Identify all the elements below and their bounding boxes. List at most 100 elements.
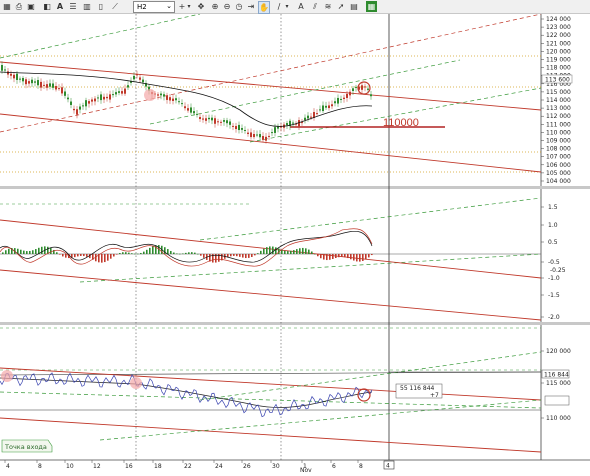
time-axis-month: Nov bbox=[300, 467, 312, 474]
histogram-bar bbox=[254, 254, 256, 256]
timeframe-select[interactable]: H2 ⌄ bbox=[133, 1, 175, 13]
histogram-bar bbox=[200, 254, 202, 256]
candles-icon[interactable]: ▯ bbox=[96, 1, 106, 12]
panel-separator[interactable] bbox=[0, 322, 590, 325]
candle-body bbox=[25, 79, 27, 85]
candle-body bbox=[157, 94, 159, 96]
price-axis-label: 118 000 bbox=[546, 65, 571, 72]
candle-body bbox=[142, 79, 144, 83]
candle-body bbox=[367, 88, 369, 90]
candle-body bbox=[223, 120, 225, 122]
oscillator-current-value: -0.25 bbox=[550, 267, 566, 274]
candle-body bbox=[235, 126, 237, 130]
histogram-bar bbox=[8, 248, 10, 254]
histogram-bar bbox=[50, 248, 52, 254]
candle-body bbox=[352, 88, 354, 91]
candle-body bbox=[286, 123, 288, 126]
histogram-bar bbox=[326, 254, 328, 261]
layout-icon[interactable]: ▦ bbox=[2, 1, 12, 12]
candle-body bbox=[253, 133, 255, 138]
oscillator-axis-label: 0.5 bbox=[548, 239, 558, 246]
fib-icon[interactable]: ≋ bbox=[323, 1, 333, 12]
candle-body bbox=[13, 74, 15, 79]
clock-icon[interactable]: ◷ bbox=[234, 1, 244, 12]
panel-separator[interactable] bbox=[0, 186, 590, 189]
bars-icon[interactable]: ▥ bbox=[82, 1, 92, 12]
price-axis-label: 105 000 bbox=[546, 170, 571, 177]
candle-body bbox=[325, 105, 327, 108]
histogram-bar bbox=[311, 251, 313, 254]
print-icon[interactable]: ⎙ bbox=[14, 1, 24, 12]
candle-body bbox=[199, 117, 201, 120]
histogram-bar bbox=[329, 254, 331, 260]
text-icon[interactable]: A bbox=[296, 1, 306, 12]
line-chart-icon[interactable]: ⟋ bbox=[110, 1, 120, 12]
time-axis-label: 4 bbox=[6, 463, 10, 470]
candle-body bbox=[175, 98, 177, 101]
candle-body bbox=[214, 118, 216, 124]
list-icon[interactable]: ☰ bbox=[68, 1, 78, 12]
histogram-bar bbox=[230, 254, 232, 257]
candle-body bbox=[160, 93, 162, 96]
candle-body bbox=[244, 129, 246, 131]
hatch-icon[interactable]: ▤ bbox=[349, 1, 359, 12]
histogram-bar bbox=[308, 249, 310, 254]
price-axis-label: 119 000 bbox=[546, 57, 571, 64]
histogram-bar bbox=[80, 254, 82, 256]
histogram-bar bbox=[167, 249, 169, 254]
arrow-icon[interactable]: ➚ bbox=[336, 1, 346, 12]
histogram-bar bbox=[191, 252, 193, 254]
histogram-bar bbox=[185, 252, 187, 254]
signal-marker bbox=[130, 377, 142, 389]
candle-body bbox=[4, 69, 6, 71]
candle-body bbox=[100, 94, 102, 101]
histogram-bar bbox=[173, 252, 175, 254]
histogram-bar bbox=[152, 246, 154, 254]
histogram-bar bbox=[140, 252, 142, 254]
move-icon[interactable]: ✥ bbox=[196, 1, 206, 12]
histogram-bar bbox=[197, 253, 199, 255]
candle-body bbox=[76, 109, 78, 115]
chart-shift-icon[interactable]: ⇥ bbox=[246, 1, 256, 12]
save-icon[interactable]: ▣ bbox=[26, 1, 36, 12]
candle-body bbox=[139, 77, 141, 80]
chart-area[interactable]: 110000 124 000123 000122 000121 000120 0… bbox=[0, 14, 590, 476]
active-tool-icon[interactable]: ▦ bbox=[366, 1, 377, 12]
zoom-out-icon[interactable]: ⊖ bbox=[222, 1, 232, 12]
palette-icon[interactable]: ◧ bbox=[42, 1, 52, 12]
candle-body bbox=[370, 94, 372, 97]
histogram-bar bbox=[131, 253, 133, 254]
oscillator-axis-label: 1.5 bbox=[548, 204, 558, 211]
candle-body bbox=[349, 91, 351, 96]
trendline-icon[interactable]: ∕ bbox=[274, 1, 284, 12]
chevron-down-icon[interactable]: ▾ bbox=[284, 1, 290, 12]
histogram-bar bbox=[182, 253, 184, 255]
hand-icon[interactable]: ✋ bbox=[258, 1, 270, 14]
histogram-bar bbox=[317, 254, 319, 257]
candle-body bbox=[274, 127, 276, 133]
zoom-in-icon[interactable]: ⊕ bbox=[210, 1, 220, 12]
equity-input-box[interactable] bbox=[544, 395, 570, 406]
level-annotation[interactable]: 110000 bbox=[383, 117, 419, 129]
font-icon[interactable]: A bbox=[55, 1, 65, 12]
candle-body bbox=[64, 91, 66, 96]
candle-body bbox=[49, 83, 51, 87]
histogram-bar bbox=[320, 254, 322, 259]
candle-body bbox=[163, 94, 165, 97]
chevron-down-icon[interactable]: ▾ bbox=[186, 1, 192, 12]
candle-body bbox=[124, 88, 126, 94]
price-axis-label: 124 000 bbox=[546, 16, 571, 23]
histogram-bar bbox=[332, 254, 334, 259]
histogram-bar bbox=[353, 254, 355, 261]
candle-body bbox=[37, 80, 39, 86]
histogram-bar bbox=[5, 250, 7, 254]
time-axis-label: 26 bbox=[243, 463, 251, 470]
candle-body bbox=[7, 71, 9, 75]
histogram-bar bbox=[269, 246, 271, 254]
channel-icon[interactable]: ⫽ bbox=[310, 1, 320, 12]
candle-body bbox=[28, 81, 30, 84]
histogram-bar bbox=[77, 254, 79, 257]
histogram-bar bbox=[86, 254, 88, 257]
time-axis-label: 22 bbox=[184, 463, 192, 470]
candle-body bbox=[136, 74, 138, 76]
